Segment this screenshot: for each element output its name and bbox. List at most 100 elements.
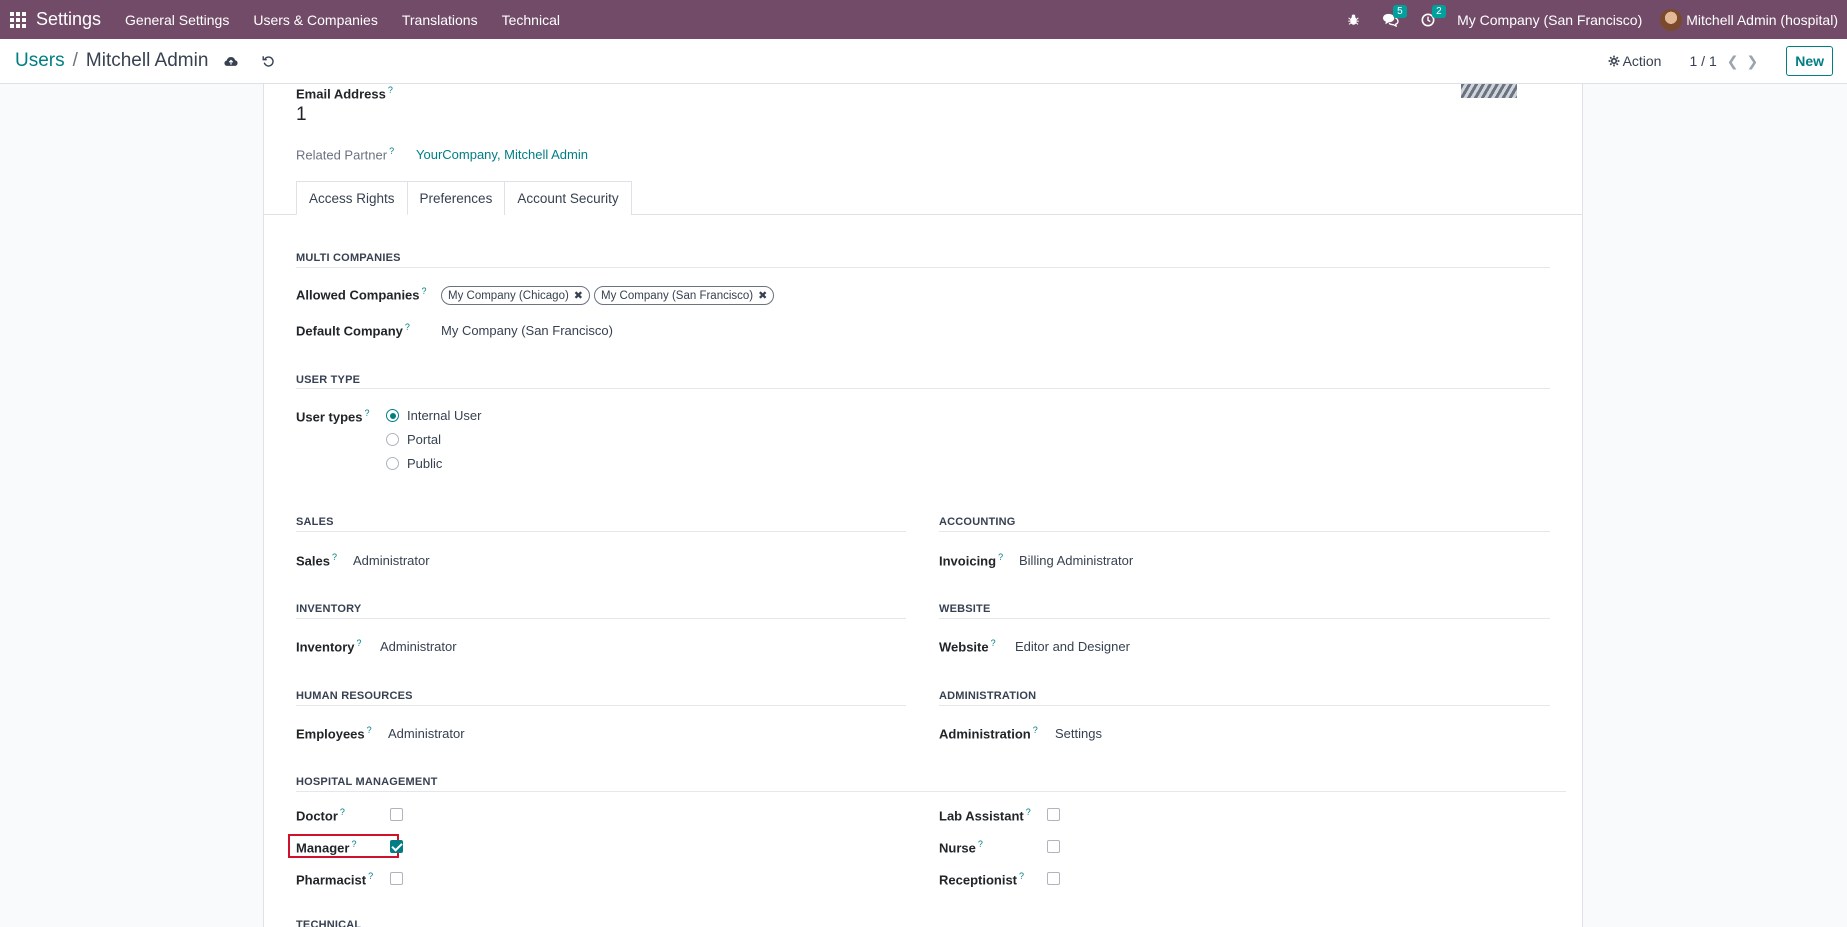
help-icon[interactable]: ? bbox=[998, 552, 1003, 562]
section-user-type: USER TYPE bbox=[296, 374, 361, 386]
section-website: WEBSITE bbox=[939, 603, 991, 615]
help-icon[interactable]: ? bbox=[389, 146, 394, 156]
manager-label: Manager? bbox=[296, 839, 357, 856]
help-icon[interactable]: ? bbox=[405, 322, 410, 332]
default-company-value[interactable]: My Company (San Francisco) bbox=[441, 323, 613, 338]
pager-previous-icon[interactable]: ❮ bbox=[1727, 53, 1739, 70]
new-button[interactable]: New bbox=[1786, 46, 1833, 76]
section-divider bbox=[296, 388, 1550, 389]
doctor-label: Doctor? bbox=[296, 807, 345, 824]
related-partner-label: Related Partner? bbox=[296, 146, 395, 163]
section-administration: ADMINISTRATION bbox=[939, 690, 1037, 702]
section-inventory: INVENTORY bbox=[296, 603, 362, 615]
radio-checked[interactable] bbox=[386, 409, 399, 422]
action-label: Action bbox=[1622, 53, 1662, 69]
administration-value[interactable]: Settings bbox=[1055, 726, 1102, 741]
app-name[interactable]: Settings bbox=[36, 9, 101, 30]
pager-next-icon[interactable]: ❯ bbox=[1746, 53, 1758, 70]
breadcrumb-current: Mitchell Admin bbox=[85, 50, 209, 71]
company-tag: My Company (San Francisco) ✖ bbox=[594, 286, 775, 305]
activities-count-badge: 2 bbox=[1432, 4, 1446, 18]
radio-portal[interactable]: Portal bbox=[386, 432, 441, 447]
discard-undo-icon[interactable] bbox=[262, 55, 275, 68]
help-icon[interactable]: ? bbox=[357, 638, 362, 648]
top-navbar: Settings General Settings Users & Compan… bbox=[0, 0, 1847, 39]
apps-menu-button[interactable] bbox=[0, 0, 36, 39]
help-icon[interactable]: ? bbox=[364, 408, 369, 418]
help-icon[interactable]: ? bbox=[1033, 725, 1038, 735]
pharmacist-label: Pharmacist? bbox=[296, 871, 374, 888]
inventory-value[interactable]: Administrator bbox=[380, 639, 457, 654]
user-menu[interactable]: Mitchell Admin (hospital) bbox=[1660, 8, 1838, 31]
section-divider bbox=[296, 531, 906, 532]
lab-assistant-checkbox[interactable] bbox=[1047, 808, 1060, 821]
help-icon[interactable]: ? bbox=[388, 85, 393, 95]
section-divider bbox=[939, 618, 1550, 619]
help-icon[interactable]: ? bbox=[978, 839, 983, 849]
gear-icon bbox=[1608, 55, 1619, 67]
company-switcher[interactable]: My Company (San Francisco) bbox=[1457, 12, 1642, 28]
doctor-checkbox[interactable] bbox=[390, 808, 403, 821]
help-icon[interactable]: ? bbox=[332, 552, 337, 562]
control-panel: Users / Mitchell Admin Action 1 / 1 ❮ ❯ … bbox=[0, 39, 1847, 84]
pharmacist-checkbox[interactable] bbox=[390, 872, 403, 885]
inventory-label: Inventory? bbox=[296, 638, 362, 655]
help-icon[interactable]: ? bbox=[1019, 871, 1024, 881]
tab-access-rights[interactable]: Access Rights bbox=[296, 181, 408, 215]
related-partner-link[interactable]: YourCompany, Mitchell Admin bbox=[416, 147, 588, 162]
remove-tag-icon[interactable]: ✖ bbox=[758, 289, 767, 302]
save-cloud-icon[interactable] bbox=[224, 56, 238, 67]
remove-tag-icon[interactable]: ✖ bbox=[574, 289, 583, 302]
pager-value[interactable]: 1 / 1 bbox=[1689, 53, 1716, 69]
radio-internal-user[interactable]: Internal User bbox=[386, 408, 481, 423]
section-multi-companies: MULTI COMPANIES bbox=[296, 252, 401, 264]
email-address-value[interactable]: 1 bbox=[296, 104, 307, 126]
invoicing-value[interactable]: Billing Administrator bbox=[1019, 553, 1133, 568]
help-icon[interactable]: ? bbox=[991, 638, 996, 648]
section-human-resources: HUMAN RESOURCES bbox=[296, 690, 413, 702]
invoicing-label: Invoicing? bbox=[939, 552, 1004, 569]
section-sales: SALES bbox=[296, 516, 334, 528]
menu-general-settings[interactable]: General Settings bbox=[125, 12, 229, 28]
website-label: Website? bbox=[939, 638, 996, 655]
breadcrumb-separator: / bbox=[72, 50, 78, 71]
menu-users-companies[interactable]: Users & Companies bbox=[253, 12, 378, 28]
apps-grid-icon bbox=[10, 11, 26, 28]
radio-unchecked[interactable] bbox=[386, 457, 399, 470]
section-divider bbox=[939, 705, 1550, 706]
nurse-checkbox[interactable] bbox=[1047, 840, 1060, 853]
breadcrumb-users-link[interactable]: Users bbox=[15, 50, 65, 72]
tab-account-security[interactable]: Account Security bbox=[504, 181, 632, 215]
user-photo[interactable] bbox=[1461, 84, 1517, 98]
debug-bug-icon[interactable] bbox=[1347, 13, 1360, 26]
company-tag: My Company (Chicago) ✖ bbox=[441, 286, 591, 305]
menu-translations[interactable]: Translations bbox=[402, 12, 478, 28]
user-types-label: User types? bbox=[296, 408, 370, 425]
action-menu-button[interactable]: Action bbox=[1608, 53, 1662, 69]
notebook-tabs: Access Rights Preferences Account Securi… bbox=[296, 181, 632, 215]
help-icon[interactable]: ? bbox=[367, 725, 372, 735]
section-hospital-management: HOSPITAL MANAGEMENT bbox=[296, 776, 438, 788]
employees-label: Employees? bbox=[296, 725, 372, 742]
help-icon[interactable]: ? bbox=[340, 807, 345, 817]
default-company-label: Default Company? bbox=[296, 322, 410, 339]
employees-value[interactable]: Administrator bbox=[388, 726, 465, 741]
menu-technical[interactable]: Technical bbox=[502, 12, 560, 28]
breadcrumb: Users / Mitchell Admin bbox=[15, 50, 208, 72]
manager-checkbox[interactable] bbox=[390, 840, 403, 853]
help-icon[interactable]: ? bbox=[1026, 807, 1031, 817]
help-icon[interactable]: ? bbox=[351, 839, 356, 849]
messages-chat-icon[interactable]: 5 bbox=[1382, 4, 1407, 27]
help-icon[interactable]: ? bbox=[422, 286, 427, 296]
tab-preferences[interactable]: Preferences bbox=[406, 181, 506, 215]
sales-label: Sales? bbox=[296, 552, 337, 569]
website-value[interactable]: Editor and Designer bbox=[1015, 639, 1130, 654]
receptionist-checkbox[interactable] bbox=[1047, 872, 1060, 885]
nurse-label: Nurse? bbox=[939, 839, 983, 856]
radio-public[interactable]: Public bbox=[386, 456, 442, 471]
activities-clock-icon[interactable]: 2 bbox=[1421, 4, 1446, 27]
sales-value[interactable]: Administrator bbox=[353, 553, 430, 568]
allowed-companies-tags[interactable]: My Company (Chicago) ✖ My Company (San Fr… bbox=[441, 286, 778, 305]
radio-unchecked[interactable] bbox=[386, 433, 399, 446]
help-icon[interactable]: ? bbox=[368, 871, 373, 881]
